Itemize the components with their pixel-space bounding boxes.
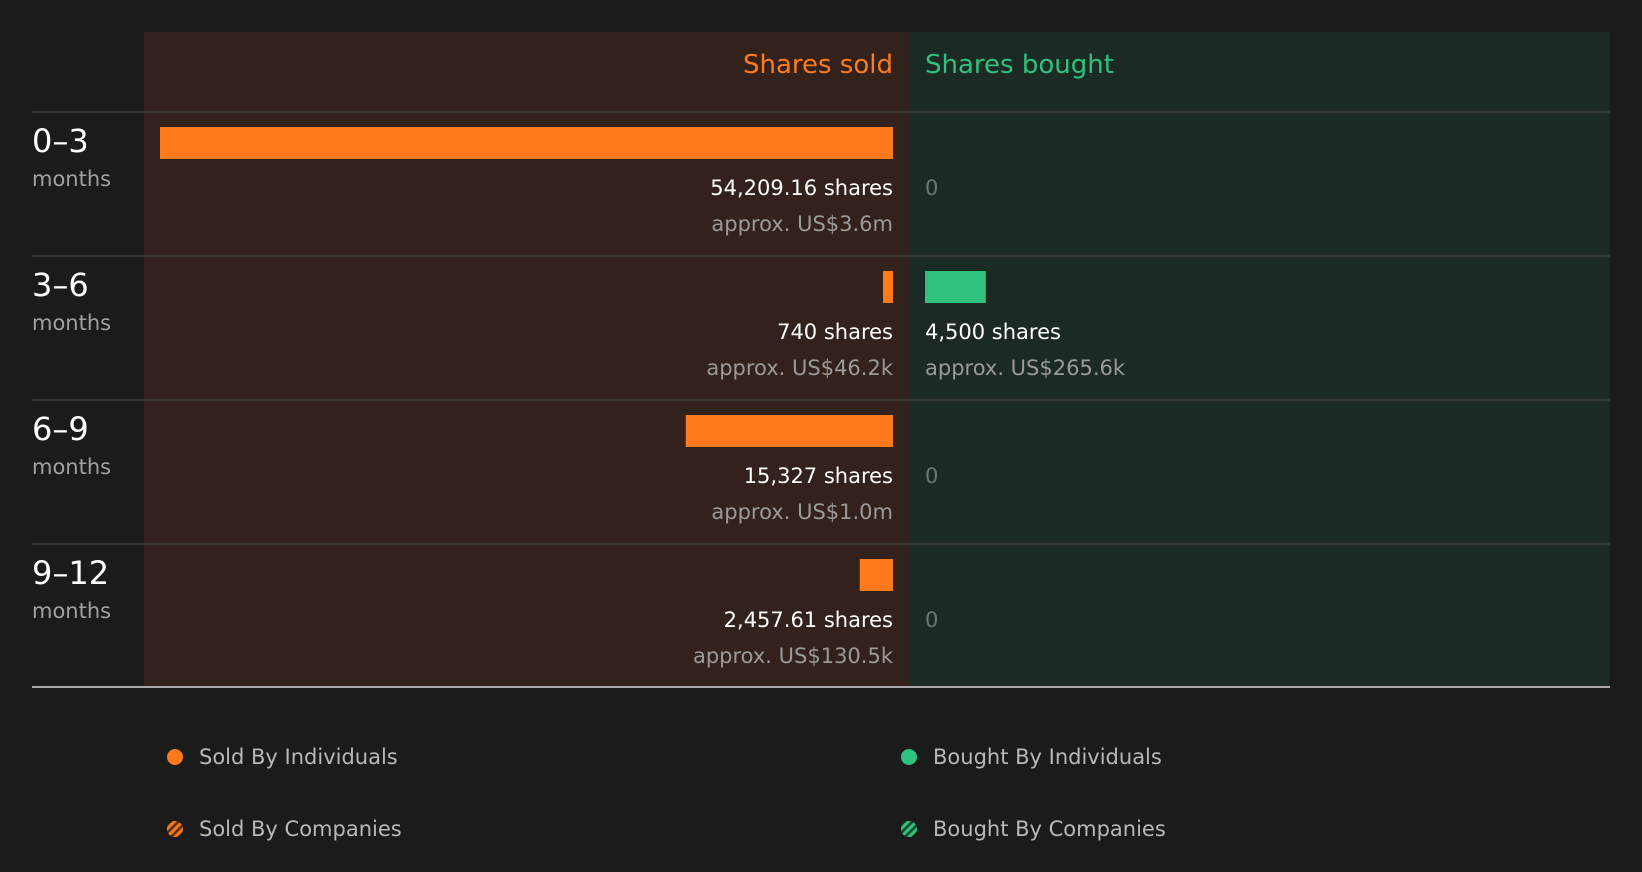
sold-shares-value: 15,327 shares	[743, 464, 893, 488]
period-label: 6–9	[32, 410, 89, 448]
legend-item-sold-companies[interactable]: Sold By Companies	[167, 817, 402, 841]
sold-bar[interactable]	[882, 271, 893, 303]
period-unit: months	[32, 167, 112, 191]
sold-bar[interactable]	[859, 559, 893, 591]
bought-shares-value: 0	[925, 608, 939, 632]
header-shares-bought: Shares bought	[925, 50, 1114, 80]
legend-item-bought-individuals[interactable]: Bought By Individuals	[901, 745, 1162, 769]
legend-item-sold-individuals[interactable]: Sold By Individuals	[167, 745, 398, 769]
sold-bar[interactable]	[160, 127, 893, 159]
period-label: 0–3	[32, 122, 89, 160]
green-dot-icon	[901, 749, 917, 765]
row-label-6-9: 6–9 months	[32, 409, 111, 485]
legend: Sold By Individuals Bought By Individual…	[0, 720, 1642, 872]
legend-item-bought-companies[interactable]: Bought By Companies	[901, 817, 1166, 841]
sold-bar[interactable]	[685, 415, 893, 447]
legend-label: Bought By Individuals	[933, 745, 1162, 769]
bought-shares-value: 0	[925, 176, 939, 200]
sold-approx-value: approx. US$3.6m	[711, 212, 893, 236]
sold-approx-value: approx. US$1.0m	[711, 500, 893, 524]
orange-hatched-dot-icon	[167, 821, 183, 837]
period-label: 3–6	[32, 266, 89, 304]
row-label-9-12: 9–12 months	[32, 553, 111, 629]
bought-approx-value: approx. US$265.6k	[925, 356, 1126, 380]
sold-shares-value: 54,209.16 shares	[710, 176, 893, 200]
sold-approx-value: approx. US$46.2k	[706, 356, 893, 380]
sold-approx-value: approx. US$130.5k	[692, 644, 893, 668]
period-unit: months	[32, 599, 112, 623]
legend-label: Bought By Companies	[933, 817, 1166, 841]
header-shares-sold: Shares sold	[742, 50, 893, 80]
orange-dot-icon	[167, 749, 183, 765]
period-label: 9–12	[32, 554, 110, 592]
bought-bar[interactable]	[925, 271, 986, 303]
row-label-3-6: 3–6 months	[32, 265, 111, 341]
legend-label: Sold By Individuals	[199, 745, 398, 769]
sold-shares-value: 2,457.61 shares	[723, 608, 893, 632]
insider-trading-chart	[32, 32, 1610, 688]
legend-label: Sold By Companies	[199, 817, 402, 841]
sold-shares-value: 740 shares	[777, 320, 893, 344]
bought-shares-value: 4,500 shares	[925, 320, 1061, 344]
period-unit: months	[32, 455, 112, 479]
period-unit: months	[32, 311, 112, 335]
green-hatched-dot-icon	[901, 821, 917, 837]
bought-shares-value: 0	[925, 464, 939, 488]
row-label-0-3: 0–3 months	[32, 121, 111, 197]
